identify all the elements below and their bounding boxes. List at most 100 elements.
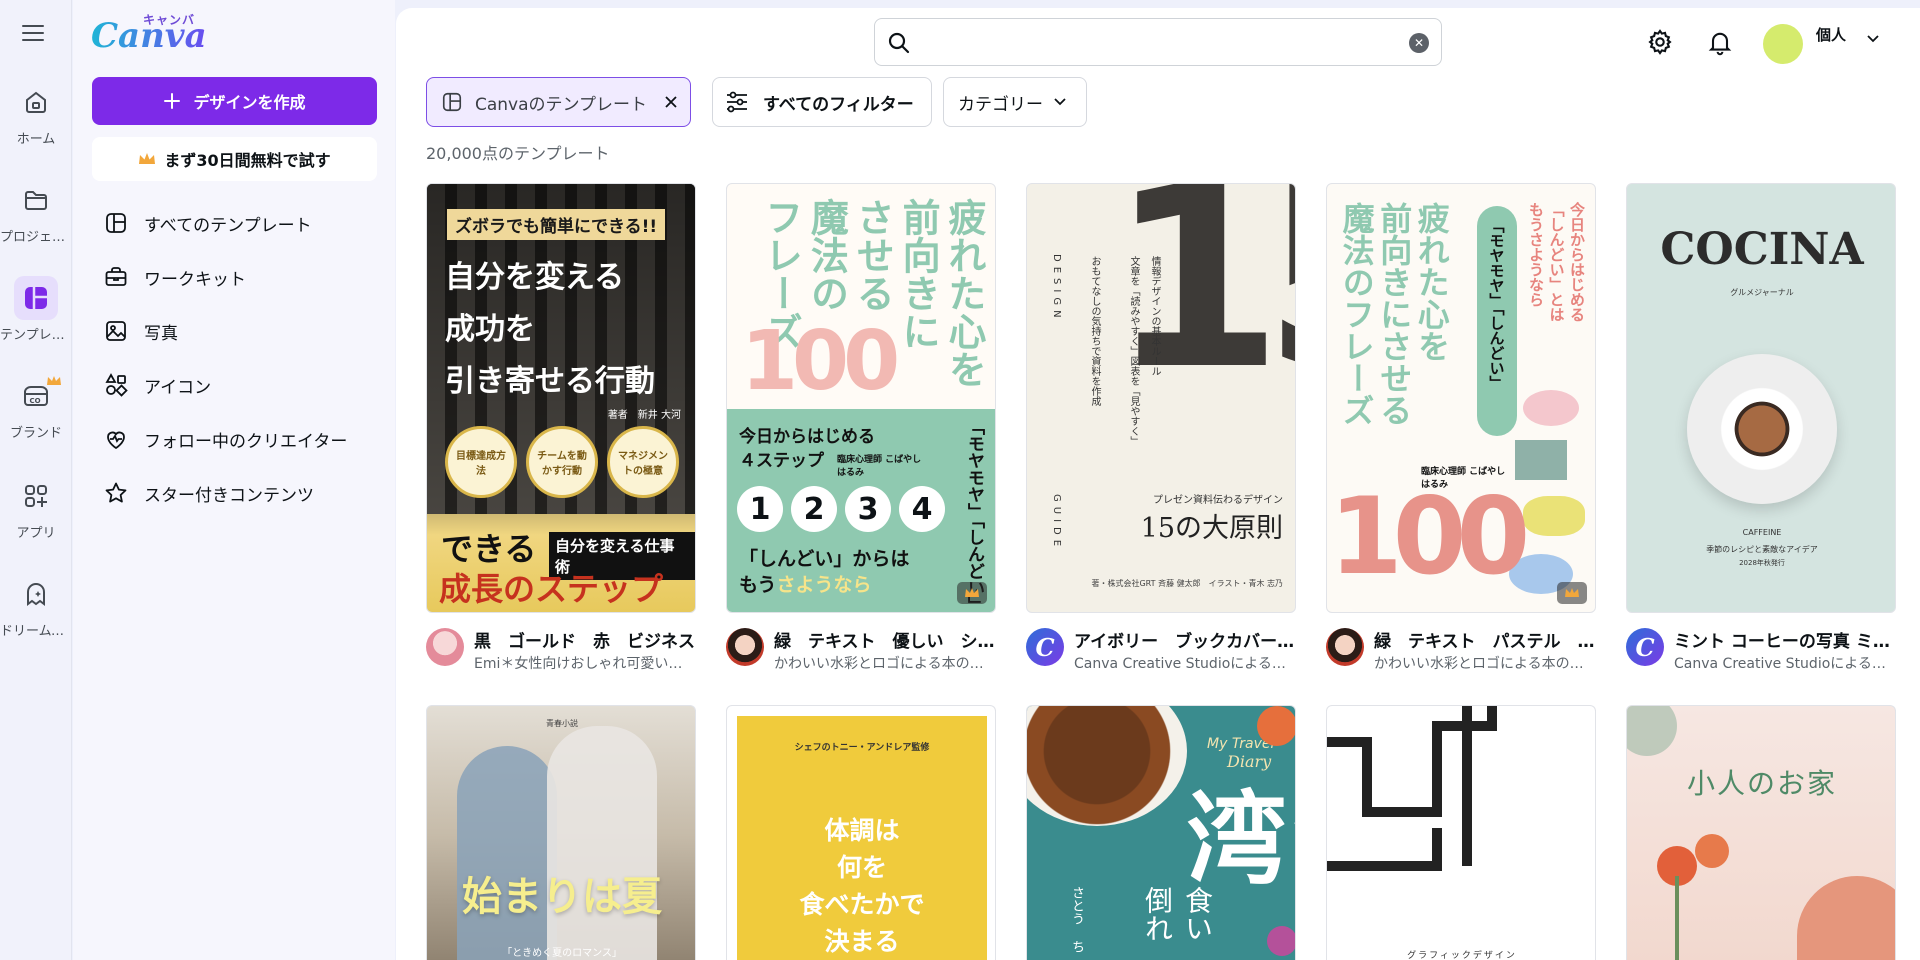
template-card[interactable]: シェフのトニー・アンドレア監修 体調は 何を 食べたかで 決まる — [726, 705, 996, 960]
nav-item-following-creators[interactable]: フォロー中のクリエイター — [92, 412, 382, 466]
card-author[interactable]: Emi＊女性向けおしゃれ可愛いデザイン — [474, 653, 696, 673]
template-nav: すべてのテンプレート ワークキット 写真 アイコン フォロー中のクリエイター ス… — [92, 196, 382, 520]
rail-item-templates[interactable]: テンプレート — [0, 276, 72, 343]
cover-text: Diary — [1227, 752, 1272, 771]
template-card[interactable]: COCINA グルメジャーナル CAFFEINE 季節のレシピと素敵なアイデア … — [1626, 183, 1896, 685]
free-trial-button[interactable]: まず30日間無料で試す — [92, 137, 377, 181]
template-thumbnail[interactable]: 今日からはじめる 「しんどい」とは もうさようなら 「モヤモヤ」「しんどい」 疲… — [1326, 183, 1596, 613]
nav-item-icons[interactable]: アイコン — [92, 358, 382, 412]
dream-lab-icon — [14, 572, 58, 616]
cover-text: さとう ち — [1069, 886, 1084, 953]
cover-text: 季節のレシピと素敵なアイデア — [1706, 545, 1818, 554]
folder-icon — [14, 178, 58, 222]
cover-text: 食い倒れ — [1141, 886, 1214, 942]
template-card[interactable]: My Travel Diary 台湾 食い倒れ さとう ち — [1026, 705, 1296, 960]
photo-icon — [106, 321, 126, 341]
cover-title: 始まりは夏 — [462, 874, 662, 920]
chevron-down-icon[interactable] — [1866, 34, 1880, 44]
nav-item-photos[interactable]: 写真 — [92, 304, 382, 358]
template-thumbnail[interactable]: 疲れた心を 前向きに させる 魔法の フレーズ 100 今日からはじめる ４ステ… — [726, 183, 996, 613]
card-author[interactable]: かわいい水彩とロゴによる本の表紙 — [774, 653, 996, 673]
clear-search-icon[interactable]: ✕ — [1409, 33, 1429, 53]
card-author[interactable]: Canva Creative Studioによる本の表紙 — [1074, 653, 1296, 673]
template-thumbnail[interactable]: グラフィックデザイン — [1326, 705, 1596, 960]
template-thumbnail[interactable]: COCINA グルメジャーナル CAFFEINE 季節のレシピと素敵なアイデア … — [1626, 183, 1896, 613]
canva-creator-avatar[interactable]: C — [1026, 628, 1064, 666]
cover-title: COCINA — [1660, 224, 1864, 275]
creator-avatar[interactable] — [1326, 628, 1364, 666]
rail-label: ブランド — [9, 426, 62, 441]
template-card[interactable]: ズボラでも簡単にできる!! 自分を変える 成功を 引き寄せる行動 著者 新井 大… — [426, 183, 696, 685]
account-label[interactable]: 個人 — [1816, 24, 1846, 45]
maze-graphic — [1327, 706, 1497, 871]
rail-label: ドリームラボ — [0, 624, 72, 639]
cover-text: シェフのトニー・アンドレア監修 — [794, 743, 930, 753]
result-count: 20,000点のテンプレート — [426, 144, 610, 163]
cover-headline: 自分を変える 成功を 引き寄せる行動 — [445, 260, 655, 399]
rail-item-projects[interactable]: プロジェクト — [0, 178, 72, 245]
cover-text: 成長のステップ — [439, 570, 664, 608]
template-thumbnail[interactable]: ズボラでも簡単にできる!! 自分を変える 成功を 引き寄せる行動 著者 新井 大… — [426, 183, 696, 613]
cover-title: 体調は 何を 食べたかで 決まる — [799, 816, 925, 956]
rail-item-dream-lab[interactable]: ドリームラボ — [0, 572, 72, 639]
close-icon[interactable] — [663, 94, 679, 110]
search-bar[interactable]: ✕ — [874, 18, 1442, 66]
rail-item-apps[interactable]: アプリ — [0, 474, 72, 541]
nav-label: スター付きコンテンツ — [144, 485, 314, 506]
template-thumbnail[interactable]: 青春小説 始まりは夏 「ときめく夏のロマンス」 — [426, 705, 696, 960]
create-design-button[interactable]: デザインを作成 — [92, 77, 377, 125]
nav-label: ワークキット — [144, 269, 246, 290]
card-author[interactable]: かわいい水彩とロゴによる本の表紙 — [1374, 653, 1596, 673]
cover-text: 今日からはじめる — [739, 427, 875, 447]
template-card[interactable]: 15 DESIGN GUIDE 情報デザインの基本ルール 文章を「読みやすく」図… — [1026, 183, 1296, 685]
canva-logo[interactable]: キャンバ Canva — [91, 10, 211, 56]
canva-creator-avatar[interactable]: C — [1626, 628, 1664, 666]
nav-label: アイコン — [144, 377, 212, 398]
apps-icon — [14, 474, 58, 518]
rail-item-brand[interactable]: CO ブランド — [0, 374, 72, 441]
cover-text: DESIGN — [1051, 254, 1062, 323]
nav-item-workkit[interactable]: ワークキット — [92, 250, 382, 304]
template-card[interactable]: 小人のお家 — [1626, 705, 1896, 960]
filter-sliders-icon — [727, 91, 747, 113]
template-card[interactable]: 今日からはじめる 「しんどい」とは もうさようなら 「モヤモヤ」「しんどい」 疲… — [1326, 183, 1596, 685]
filter-chip-canva-templates[interactable]: Canvaのテンプレート — [426, 77, 691, 127]
template-thumbnail[interactable]: My Travel Diary 台湾 食い倒れ さとう ち — [1026, 705, 1296, 960]
template-card[interactable]: 青春小説 始まりは夏 「ときめく夏のロマンス」 — [426, 705, 696, 960]
template-thumbnail[interactable]: シェフのトニー・アンドレア監修 体調は 何を 食べたかで 決まる — [726, 705, 996, 960]
nav-label: 写真 — [144, 323, 178, 344]
shapes-icon — [105, 373, 128, 397]
cover-text: 青春小説 — [546, 719, 578, 728]
cover-text: 2028年秋発行 — [1739, 559, 1785, 567]
crown-icon — [139, 153, 156, 164]
side-panel: キャンバ Canva デザインを作成 まず30日間無料で試す すべてのテンプレー… — [73, 0, 395, 960]
cover-digits: 1 2 3 4 — [737, 486, 945, 532]
cover-text: 「ときめく夏のロマンス」 — [502, 948, 622, 959]
cover-text: もうさようなら — [739, 574, 872, 596]
cover-text: 著・株式会社GRT 斉藤 健太郎 イラスト・青木 志乃 — [1091, 579, 1283, 588]
notification-bell-icon[interactable] — [1706, 28, 1734, 56]
rail-item-home[interactable]: ホーム — [0, 80, 72, 147]
nav-item-all-templates[interactable]: すべてのテンプレート — [92, 196, 382, 250]
all-filters-button[interactable]: すべてのフィルター — [712, 77, 932, 127]
rail-label: アプリ — [16, 526, 56, 541]
nav-item-starred[interactable]: スター付きコンテンツ — [92, 466, 382, 520]
creator-avatar[interactable] — [726, 628, 764, 666]
cover-vertical-text: 今日からはじめる 「しんどい」とは もうさようなら — [1527, 202, 1586, 322]
nav-label: すべてのテンプレート — [144, 215, 312, 236]
card-meta: C アイボリー ブックカバー シンプル Canva Creative Studi… — [1026, 625, 1296, 685]
heart-pulse-icon — [107, 431, 125, 450]
card-author[interactable]: Canva Creative Studioによる本の表紙 — [1674, 653, 1896, 673]
menu-icon[interactable] — [22, 24, 44, 42]
cover-vertical-text: 情報デザインの基本ルール 文章を「読みやすく」図表を「見やすく」 おもてなしの気… — [1089, 256, 1160, 446]
settings-icon[interactable] — [1646, 28, 1674, 56]
account-avatar[interactable] — [1763, 24, 1803, 64]
template-thumbnail[interactable]: 小人のお家 — [1626, 705, 1896, 960]
template-card[interactable]: グラフィックデザイン — [1326, 705, 1596, 960]
template-thumbnail[interactable]: 15 DESIGN GUIDE 情報デザインの基本ルール 文章を「読みやすく」図… — [1026, 183, 1296, 613]
creator-avatar[interactable] — [426, 628, 464, 666]
category-dropdown[interactable]: カテゴリー — [943, 77, 1087, 127]
search-input[interactable] — [921, 27, 1401, 57]
cover-text: 「しんどい」からは — [739, 548, 910, 570]
template-card[interactable]: 疲れた心を 前向きに させる 魔法の フレーズ 100 今日からはじめる ４ステ… — [726, 183, 996, 685]
